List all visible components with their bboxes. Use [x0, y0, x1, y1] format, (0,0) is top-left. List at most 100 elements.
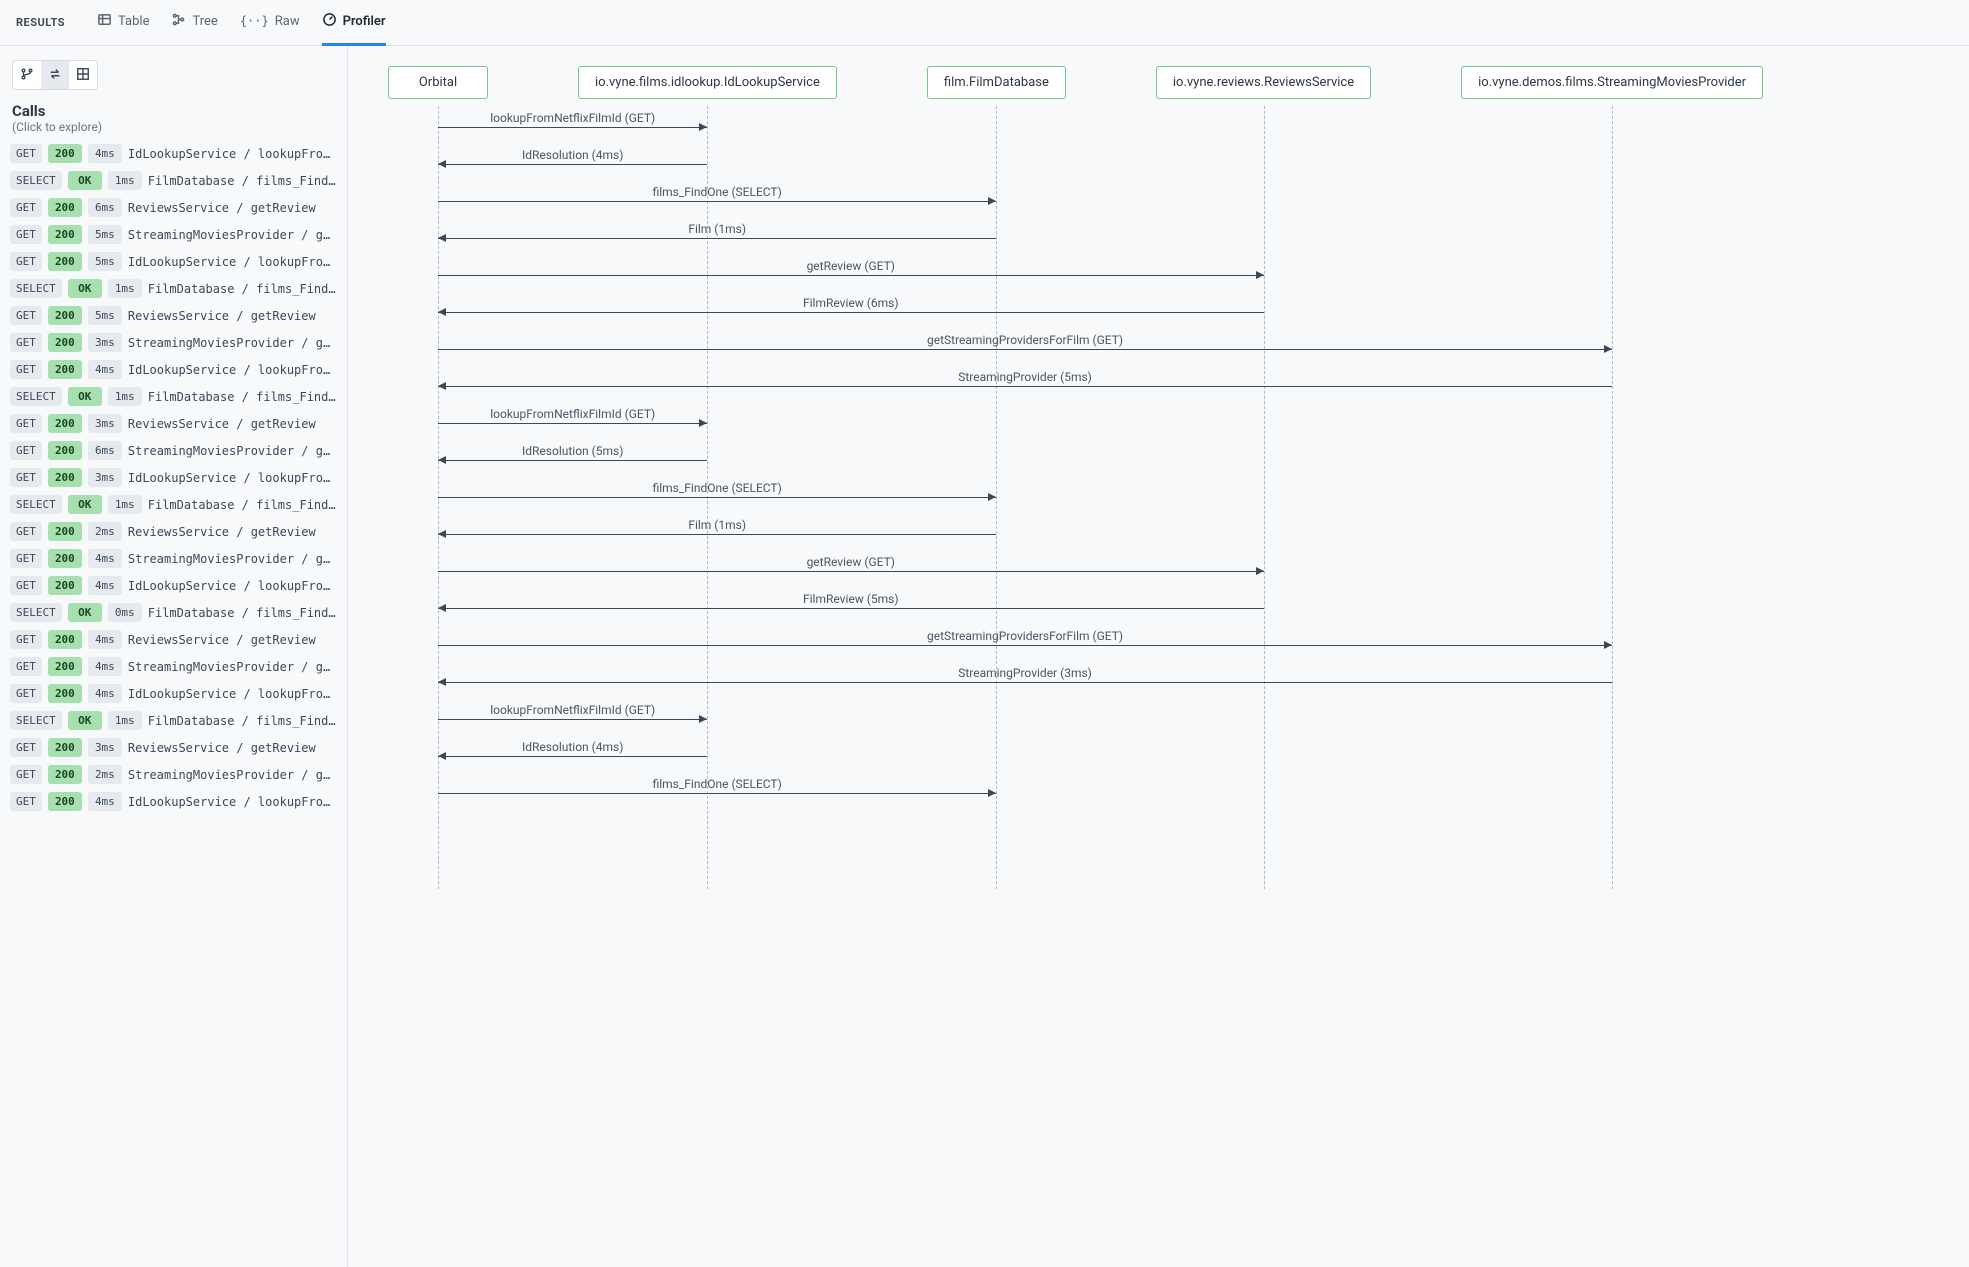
- call-row[interactable]: GET2004msIdLookupService / lookupFromNet…: [8, 572, 339, 599]
- message-row[interactable]: StreamingProvider (5ms): [388, 386, 1929, 398]
- call-label: ReviewsService / getReview: [128, 633, 337, 647]
- grid-view-button[interactable]: [69, 61, 97, 89]
- call-row[interactable]: GET2004msIdLookupService / lookupFromNet…: [8, 680, 339, 707]
- tab-raw[interactable]: {··} Raw: [240, 0, 300, 46]
- method-pill: SELECT: [10, 279, 62, 298]
- branch-view-button[interactable]: [13, 61, 41, 89]
- call-label: FilmDatabase / films_FindOne: [148, 606, 337, 620]
- message-row[interactable]: getStreamingProvidersForFilm (GET): [388, 645, 1929, 657]
- call-row[interactable]: GET2005msIdLookupService / lookupFromNet…: [8, 248, 339, 275]
- message-row[interactable]: FilmReview (5ms): [388, 608, 1929, 620]
- message-row[interactable]: IdResolution (5ms): [388, 460, 1929, 472]
- method-pill: GET: [10, 765, 42, 784]
- method-pill: GET: [10, 468, 42, 487]
- message-row[interactable]: Film (1ms): [388, 238, 1929, 250]
- message-row[interactable]: films_FindOne (SELECT): [388, 201, 1929, 213]
- tab-label: Tree: [192, 14, 217, 29]
- status-pill: OK: [68, 279, 102, 298]
- call-row[interactable]: GET2002msStreamingMoviesProvider / getSt…: [8, 761, 339, 788]
- arrow-right-icon: [699, 715, 707, 723]
- time-pill: 4ms: [88, 144, 122, 163]
- call-row[interactable]: SELECTOK0msFilmDatabase / films_FindOne: [8, 599, 339, 626]
- time-pill: 6ms: [88, 441, 122, 460]
- call-label: ReviewsService / getReview: [128, 309, 337, 323]
- message-label: getReview (GET): [807, 555, 895, 569]
- time-pill: 5ms: [88, 225, 122, 244]
- results-label: RESULTS: [16, 16, 65, 29]
- call-row[interactable]: SELECTOK1msFilmDatabase / films_FindOne: [8, 707, 339, 734]
- message-row[interactable]: IdResolution (4ms): [388, 756, 1929, 768]
- method-pill: GET: [10, 441, 42, 460]
- call-row[interactable]: GET2004msIdLookupService / lookupFromNet…: [8, 356, 339, 383]
- call-row[interactable]: GET2003msReviewsService / getReview: [8, 410, 339, 437]
- arrow-right-icon: [1604, 345, 1612, 353]
- message-row[interactable]: getReview (GET): [388, 275, 1929, 287]
- call-row[interactable]: GET2004msStreamingMoviesProvider / getSt…: [8, 653, 339, 680]
- call-row[interactable]: GET2006msStreamingMoviesProvider / getSt…: [8, 437, 339, 464]
- status-pill: 200: [48, 414, 82, 433]
- message-row[interactable]: films_FindOne (SELECT): [388, 497, 1929, 509]
- call-row[interactable]: SELECTOK1msFilmDatabase / films_FindOne: [8, 275, 339, 302]
- message-row[interactable]: getStreamingProvidersForFilm (GET): [388, 349, 1929, 361]
- status-pill: 200: [48, 657, 82, 676]
- message-row[interactable]: lookupFromNetflixFilmId (GET): [388, 423, 1929, 435]
- arrow-right-icon: [1256, 271, 1264, 279]
- call-row[interactable]: GET2004msIdLookupService / lookupFromNet…: [8, 788, 339, 815]
- status-pill: OK: [68, 603, 102, 622]
- call-row[interactable]: SELECTOK1msFilmDatabase / films_FindOne: [8, 167, 339, 194]
- message-label: StreamingProvider (5ms): [958, 370, 1092, 384]
- lane-header-orbital: Orbital: [388, 66, 488, 99]
- arrow-left-icon: [438, 678, 446, 686]
- message-row[interactable]: IdResolution (4ms): [388, 164, 1929, 176]
- status-pill: 200: [48, 684, 82, 703]
- method-pill: GET: [10, 549, 42, 568]
- message-row[interactable]: StreamingProvider (3ms): [388, 682, 1929, 694]
- time-pill: 4ms: [88, 657, 122, 676]
- time-pill: 0ms: [108, 603, 142, 622]
- call-row[interactable]: GET2005msReviewsService / getReview: [8, 302, 339, 329]
- tab-table[interactable]: Table: [97, 0, 149, 46]
- call-row[interactable]: GET2004msStreamingMoviesProvider / getSt…: [8, 545, 339, 572]
- status-pill: 200: [48, 333, 82, 352]
- message-row[interactable]: getReview (GET): [388, 571, 1929, 583]
- swap-view-button[interactable]: [41, 61, 69, 89]
- status-pill: 200: [48, 738, 82, 757]
- arrow-right-icon: [699, 419, 707, 427]
- tab-profiler[interactable]: Profiler: [322, 0, 386, 46]
- message-label: IdResolution (5ms): [522, 444, 623, 458]
- time-pill: 1ms: [108, 495, 142, 514]
- call-row[interactable]: SELECTOK1msFilmDatabase / films_FindOne: [8, 383, 339, 410]
- sequence-panel[interactable]: Orbitalio.vyne.films.idlookup.IdLookupSe…: [348, 46, 1969, 1267]
- call-row[interactable]: GET2004msReviewsService / getReview: [8, 626, 339, 653]
- call-row[interactable]: GET2003msStreamingMoviesProvider / getSt…: [8, 329, 339, 356]
- arrow-left-icon: [438, 160, 446, 168]
- call-row[interactable]: GET2002msReviewsService / getReview: [8, 518, 339, 545]
- message-row[interactable]: FilmReview (6ms): [388, 312, 1929, 324]
- tab-tree[interactable]: Tree: [171, 0, 217, 46]
- message-row[interactable]: films_FindOne (SELECT): [388, 793, 1929, 805]
- call-row[interactable]: GET2005msStreamingMoviesProvider / getSt…: [8, 221, 339, 248]
- arrow-left-icon: [438, 234, 446, 242]
- call-row[interactable]: SELECTOK1msFilmDatabase / films_FindOne: [8, 491, 339, 518]
- calls-list[interactable]: GET 200 4ms IdLookupService / lookupFromNet…: [0, 136, 347, 1267]
- call-row[interactable]: GET2003msIdLookupService / lookupFromNet…: [8, 464, 339, 491]
- method-pill: GET: [10, 414, 42, 433]
- method-pill: GET: [10, 333, 42, 352]
- time-pill: 3ms: [88, 738, 122, 757]
- call-label: IdLookupService / lookupFromNetflix…: [128, 579, 337, 593]
- message-row[interactable]: Film (1ms): [388, 534, 1929, 546]
- swap-icon: [48, 67, 62, 84]
- message-rows: lookupFromNetflixFilmId (GET) IdResolutio…: [388, 109, 1929, 889]
- call-label: FilmDatabase / films_FindOne: [148, 174, 337, 188]
- call-row[interactable]: GET2006msReviewsService / getReview: [8, 194, 339, 221]
- message-label: Film (1ms): [688, 518, 746, 532]
- message-row[interactable]: lookupFromNetflixFilmId (GET): [388, 127, 1929, 139]
- call-row[interactable]: GET2003msReviewsService / getReview: [8, 734, 339, 761]
- time-pill: 2ms: [88, 765, 122, 784]
- time-pill: 4ms: [88, 630, 122, 649]
- call-row[interactable]: GET2004msIdLookupService / lookupFromNet…: [8, 140, 339, 167]
- sequence-lanes: Orbitalio.vyne.films.idlookup.IdLookupSe…: [388, 66, 1929, 889]
- message-label: films_FindOne (SELECT): [653, 777, 782, 791]
- message-row[interactable]: lookupFromNetflixFilmId (GET): [388, 719, 1929, 731]
- method-pill: GET: [10, 576, 42, 595]
